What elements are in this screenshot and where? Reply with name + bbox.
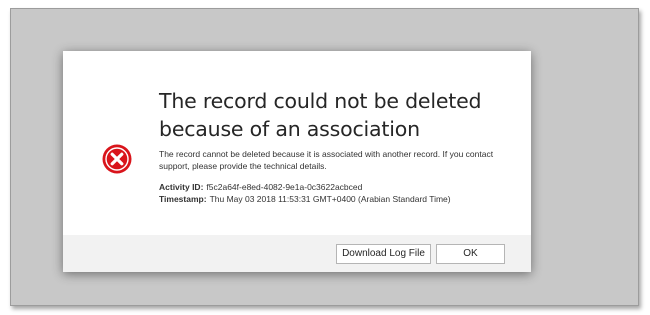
activity-id-row: Activity ID: f5c2a64f-e8ed-4082-9e1a-0c36…: [159, 181, 519, 193]
screen: The record could not be deleted because …: [0, 0, 650, 315]
download-log-file-button[interactable]: Download Log File: [336, 244, 431, 264]
dialog-message: The record cannot be deleted because it …: [159, 149, 494, 171]
error-icon: [102, 144, 132, 174]
activity-id-label: Activity ID:: [159, 182, 204, 192]
timestamp-label: Timestamp:: [159, 194, 207, 204]
ok-button[interactable]: OK: [436, 244, 505, 264]
activity-id-value: f5c2a64f-e8ed-4082-9e1a-0c3622acbced: [206, 182, 363, 192]
timestamp-row: Timestamp: Thu May 03 2018 11:53:31 GMT+0…: [159, 193, 519, 205]
dialog-title: The record could not be deleted because …: [159, 89, 482, 141]
error-dialog: The record could not be deleted because …: [63, 51, 531, 272]
timestamp-value: Thu May 03 2018 11:53:31 GMT+0400 (Arabi…: [209, 194, 451, 204]
